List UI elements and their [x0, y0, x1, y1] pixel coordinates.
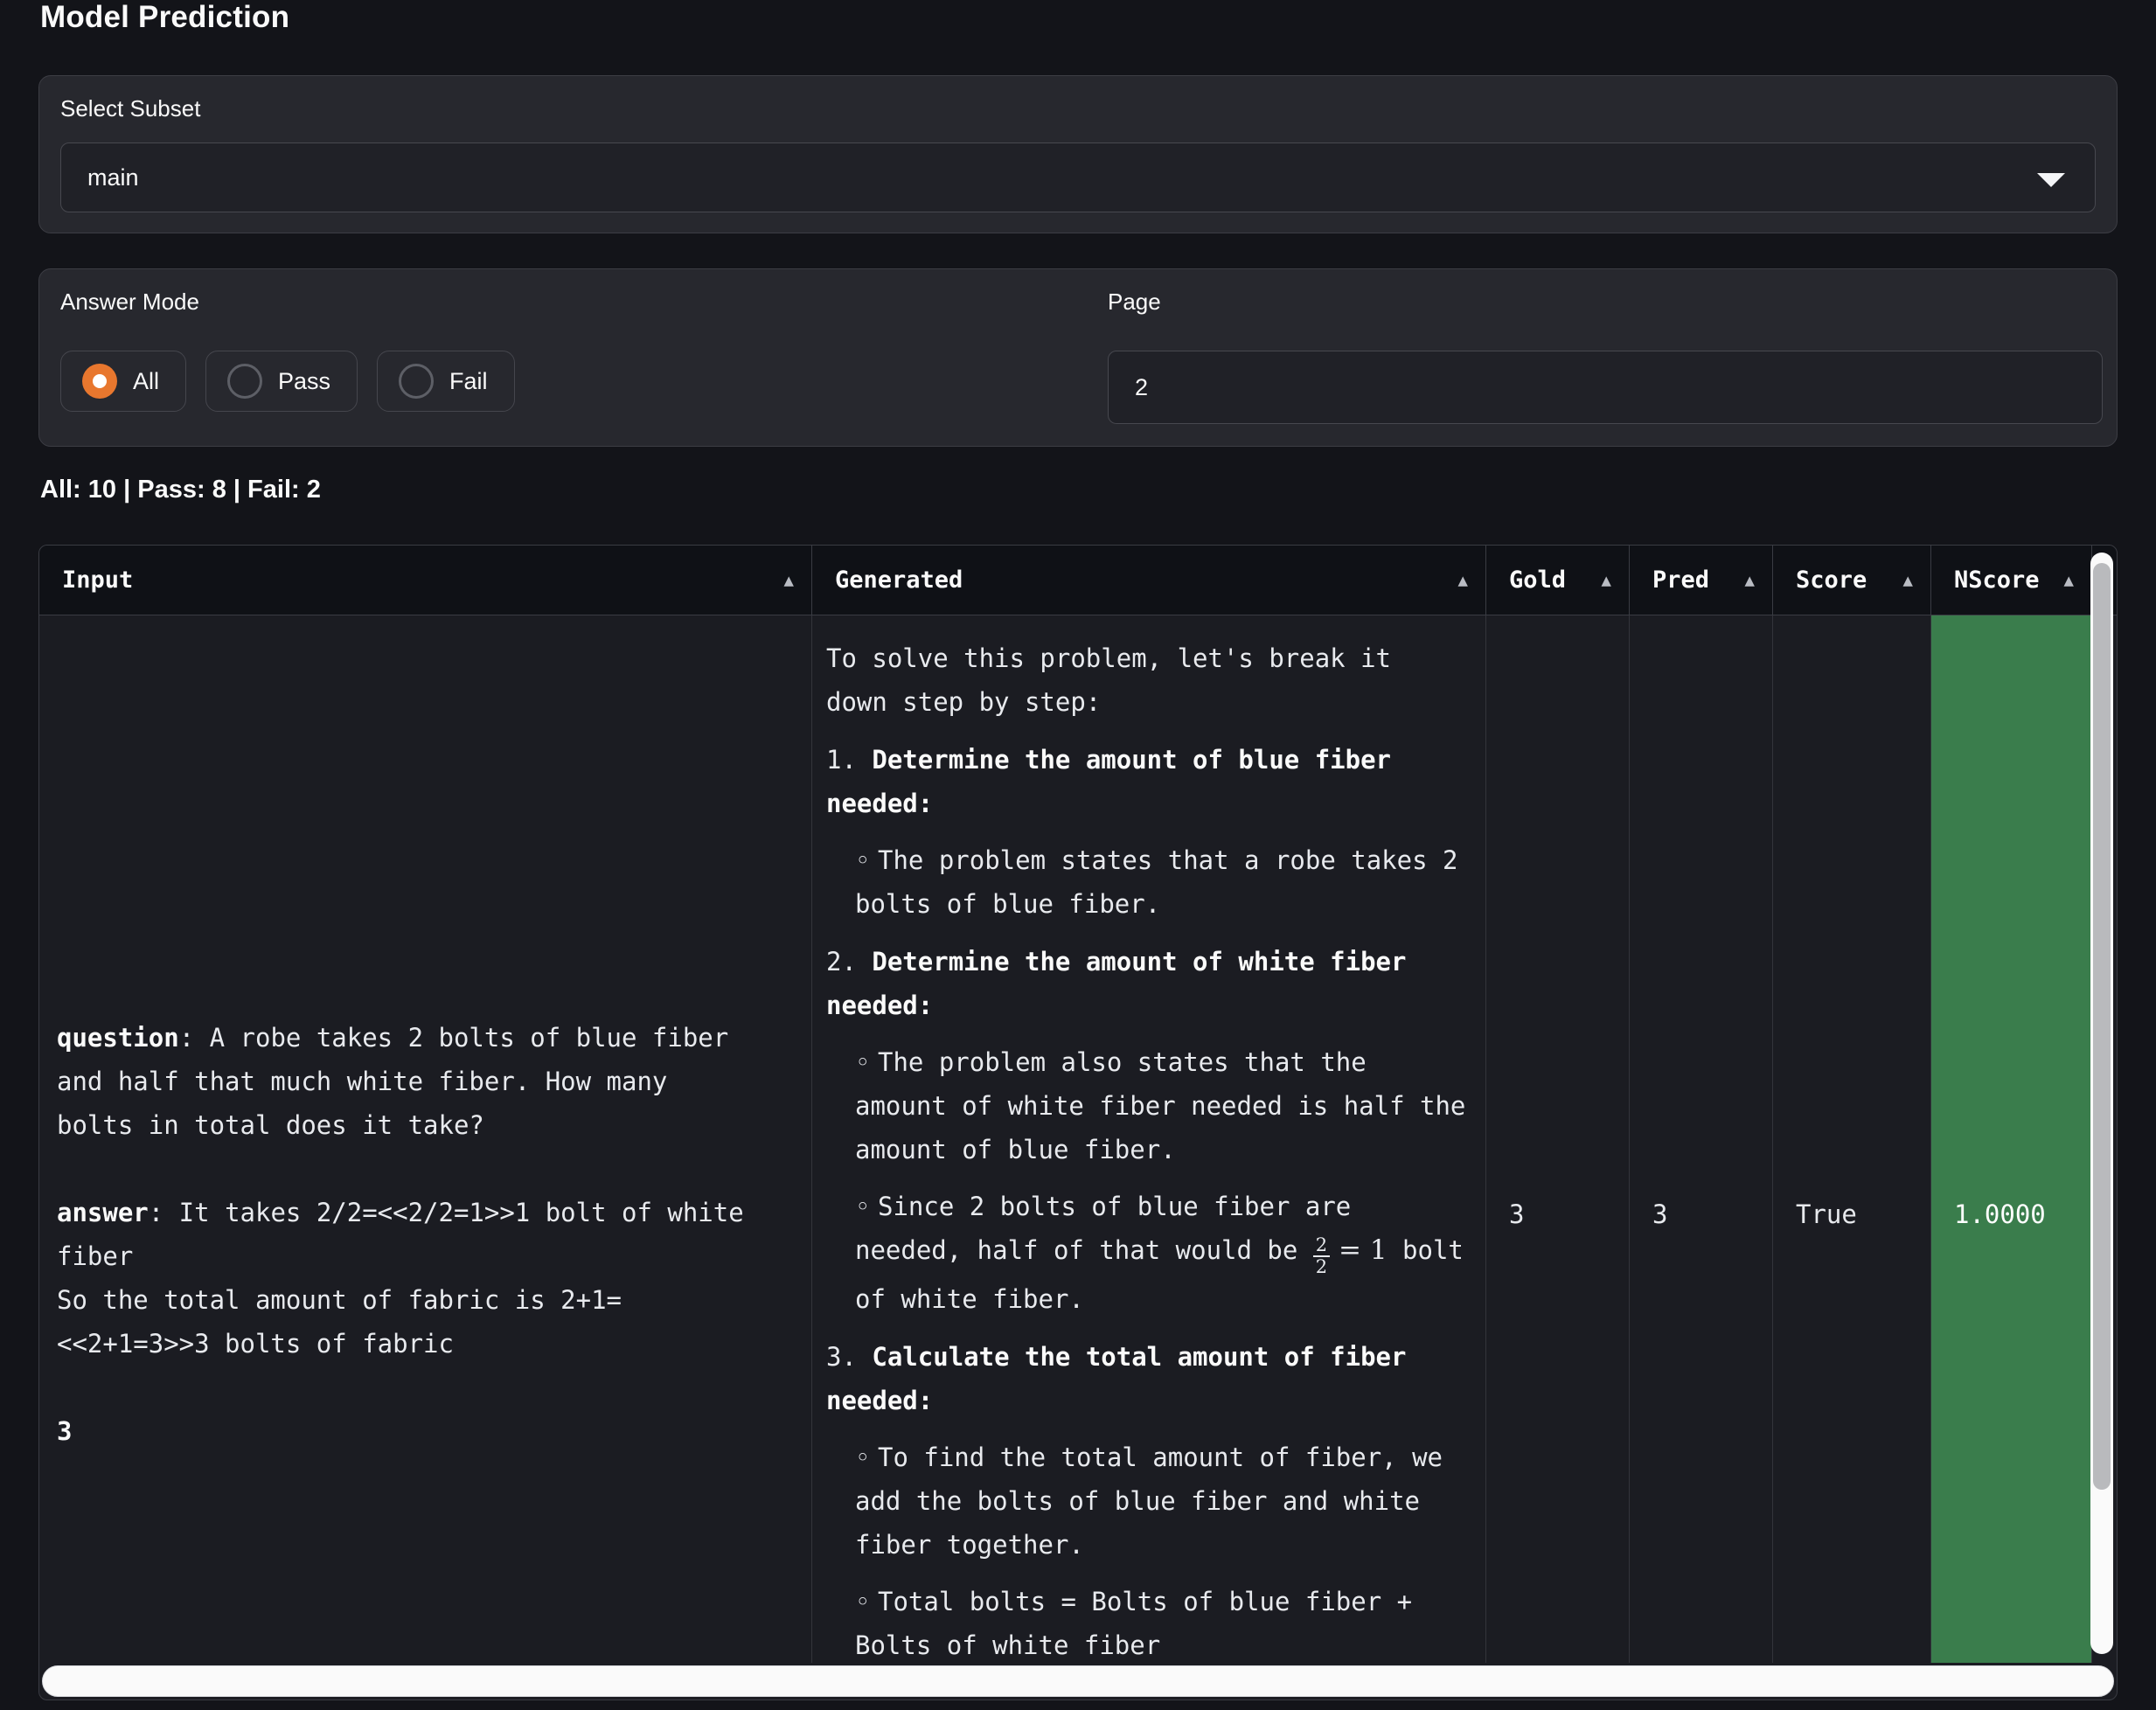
- radio-option-label: Fail: [449, 368, 488, 395]
- page-number-value: 2: [1135, 374, 1148, 401]
- answer-mode-radio-group: All Pass Fail: [60, 351, 1092, 412]
- bullet-circle-icon: ◦: [855, 838, 870, 882]
- cell-score[interactable]: True: [1773, 615, 1931, 1663]
- radio-unselected-icon[interactable]: [399, 364, 434, 399]
- generated-bullet-item: ◦The problem also states that theamount …: [826, 1040, 1471, 1171]
- column-header-label: NScore: [1954, 567, 2040, 594]
- radio-option-label: Pass: [278, 368, 330, 395]
- table-header-row: Input ▲ Generated ▲ Gold ▲ Pred ▲ Score ▲ NScore ▲: [39, 546, 2117, 615]
- generated-bullet-item: ◦Total bolts = Bolts of blue fiber +Bolt…: [826, 1580, 1471, 1663]
- column-header-input[interactable]: Input ▲: [39, 546, 812, 615]
- chevron-down-icon: [2037, 173, 2065, 187]
- answer-mode-option-pass[interactable]: Pass: [205, 351, 358, 412]
- input-paragraph: question: A robe takes 2 bolts of blue f…: [57, 1016, 796, 1147]
- sort-asc-icon[interactable]: ▲: [1745, 571, 1755, 590]
- controls-card: Answer Mode All Pass Fail Page 2: [38, 268, 2118, 447]
- column-header-label: Generated: [835, 567, 963, 594]
- subset-card: Select Subset main: [38, 75, 2118, 233]
- horizontal-scrollbar[interactable]: [42, 1665, 2114, 1697]
- column-header-nscore[interactable]: NScore ▲: [1931, 546, 2092, 615]
- generated-step-title: 2. Determine the amount of white fiberne…: [826, 940, 1471, 1027]
- predictions-table: Input▲Generated▲Gold▲Pred▲Score▲NScore▲ …: [38, 545, 2118, 1700]
- math-equals-value: = 1: [1330, 1234, 1387, 1266]
- page-number-input[interactable]: 2: [1108, 351, 2103, 424]
- input-paragraph: 3: [57, 1409, 796, 1453]
- radio-selected-icon[interactable]: [82, 364, 117, 399]
- column-header-label: Input: [62, 567, 133, 594]
- bullet-circle-icon: ◦: [855, 1580, 870, 1623]
- generated-bullet-item: ◦To find the total amount of fiber, wead…: [826, 1435, 1471, 1567]
- generated-intro: To solve this problem, let's break itdow…: [826, 636, 1471, 724]
- subset-label: Select Subset: [60, 95, 200, 122]
- sort-asc-icon[interactable]: ▲: [1602, 571, 1611, 590]
- column-header-label: Score: [1796, 567, 1867, 594]
- answer-mode-label: Answer Mode: [60, 288, 1092, 316]
- answer-mode-option-fail[interactable]: Fail: [377, 351, 515, 412]
- cell-input[interactable]: question: A robe takes 2 bolts of blue f…: [39, 615, 812, 1663]
- generated-step-title: 3. Calculate the total amount of fiberne…: [826, 1335, 1471, 1422]
- input-paragraph: answer: It takes 2/2=<<2/2=1>>1 bolt of …: [57, 1191, 796, 1366]
- sort-asc-icon[interactable]: ▲: [2064, 571, 2074, 590]
- bullet-circle-icon: ◦: [855, 1185, 870, 1228]
- column-header-score[interactable]: Score ▲: [1773, 546, 1931, 615]
- results-count-summary: All: 10 | Pass: 8 | Fail: 2: [40, 476, 321, 504]
- sort-asc-icon[interactable]: ▲: [1903, 571, 1913, 590]
- cell-nscore[interactable]: 1.0000: [1931, 615, 2092, 1663]
- subset-selected-value: main: [87, 164, 139, 191]
- column-header-label: Pred: [1652, 567, 1709, 594]
- radio-unselected-icon[interactable]: [227, 364, 262, 399]
- vertical-scrollbar[interactable]: [2090, 553, 2113, 1654]
- column-header-generated[interactable]: Generated ▲: [812, 546, 1486, 615]
- bullet-circle-icon: ◦: [855, 1040, 870, 1084]
- cell-gold[interactable]: 3: [1486, 615, 1630, 1663]
- cell-pred[interactable]: 3: [1630, 615, 1773, 1663]
- column-header-gold[interactable]: Gold ▲: [1486, 546, 1630, 615]
- subset-select[interactable]: main: [60, 142, 2096, 212]
- page-label: Page: [1108, 288, 2103, 316]
- bullet-circle-icon: ◦: [855, 1435, 870, 1479]
- column-header-pred[interactable]: Pred ▲: [1630, 546, 1773, 615]
- page-title: Model Prediction: [40, 0, 289, 35]
- sort-asc-icon[interactable]: ▲: [1458, 571, 1468, 590]
- math-fraction: 22: [1313, 1235, 1330, 1277]
- radio-option-label: All: [133, 368, 159, 395]
- answer-mode-option-all[interactable]: All: [60, 351, 186, 412]
- column-header-label: Gold: [1509, 567, 1566, 594]
- table-row: question: A robe takes 2 bolts of blue f…: [39, 615, 2117, 1663]
- vertical-scrollbar-thumb[interactable]: [2093, 563, 2111, 1490]
- sort-asc-icon[interactable]: ▲: [784, 571, 794, 590]
- generated-step-title: 1. Determine the amount of blue fibernee…: [826, 738, 1471, 825]
- generated-bullet-item: ◦The problem states that a robe takes 2b…: [826, 838, 1471, 926]
- cell-generated[interactable]: To solve this problem, let's break itdow…: [812, 615, 1486, 1663]
- generated-bullet-item: ◦Since 2 bolts of blue fiber areneeded, …: [826, 1185, 1471, 1321]
